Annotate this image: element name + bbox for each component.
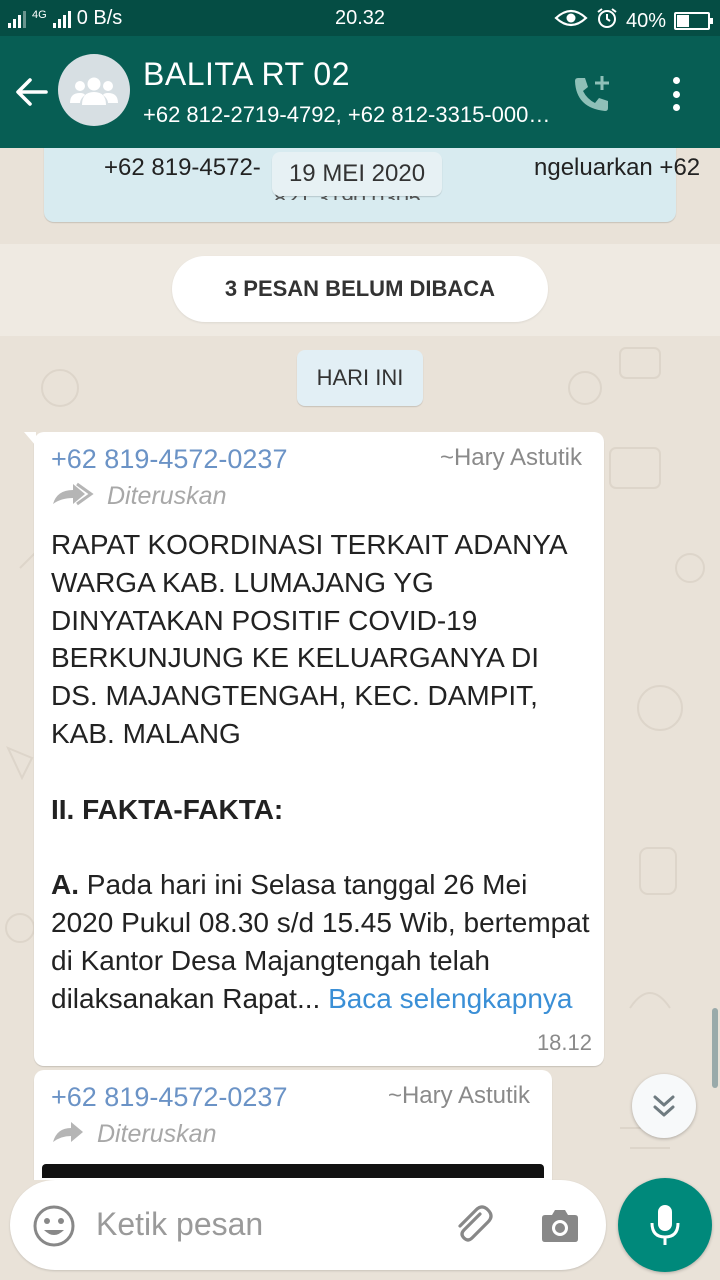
add-call-icon[interactable] [568,70,616,118]
eye-icon [554,8,588,34]
forward-icon [51,482,95,511]
unread-messages-banner: 3 PESAN BELUM DIBACA [172,256,548,322]
message-bubble[interactable]: +62 819-4572-0237 ~Hary Astutik Diterusk… [24,432,604,1066]
forwarded-indicator: Diteruskan [51,482,227,511]
message-bubble[interactable]: +62 819-4572-0237 ~Hary Astutik Diterusk… [34,1070,552,1180]
message-body: RAPAT KOORDINASI TERKAIT ADANYA WARGA KA… [51,526,591,1017]
forwarded-label: Diteruskan [97,1120,217,1148]
message-title: RAPAT KOORDINASI TERKAIT ADANYA WARGA KA… [51,529,567,749]
mic-button[interactable] [618,1178,712,1272]
sender-name: ~Hary Astutik [439,444,582,471]
chevron-double-down-icon [653,1095,675,1117]
item-label: A. [51,869,79,901]
battery-icon [674,12,713,30]
group-avatar-icon[interactable] [58,54,130,126]
scroll-to-bottom-button[interactable] [632,1074,696,1138]
emoji-icon[interactable] [32,1204,76,1248]
sender-number[interactable]: +62 819-4572-0237 [51,444,287,475]
alarm-icon [596,7,618,35]
date-chip: 19 MEI 2020 [272,152,442,196]
forwarded-label: Diteruskan [107,482,227,510]
chat-header: BALITA RT 02 +62 812-2719-4792, +62 812-… [0,36,720,148]
status-right: 40% [554,7,713,35]
attach-icon[interactable] [450,1202,496,1248]
read-more-link[interactable]: Baca selengkapnya [328,983,572,1014]
forward-icon [51,1120,85,1149]
message-time: 18.12 [536,1030,592,1055]
today-chip: HARI INI [297,350,423,406]
more-vert-icon[interactable] [662,74,690,114]
battery-percent: 40% [625,9,666,32]
media-preview[interactable] [42,1164,544,1178]
back-arrow-icon[interactable] [12,72,52,112]
camera-icon[interactable] [538,1204,582,1248]
chat-title[interactable]: BALITA RT 02 [143,56,350,93]
scrollbar[interactable] [712,1008,718,1088]
status-bar: 4G 0 B/s 20.32 40% [0,0,720,36]
bubble-tail [24,432,36,446]
message-composer[interactable]: Ketik pesan [10,1180,606,1270]
previous-message-text-end: ngeluarkan +62 [534,154,701,181]
chat-area[interactable]: +62 819-4572- ngeluarkan +62 821 3190 03… [0,148,720,1180]
previous-message-text: +62 819-4572- [104,154,261,181]
message-item: A. Pada hari ini Selasa tanggal 26 Mei 2… [51,866,591,1017]
sender-name: ~Hary Astutik [387,1082,530,1109]
participants-list[interactable]: +62 812-2719-4792, +62 812-3315-0000, +6… [143,102,553,128]
mic-icon [650,1205,680,1245]
message-input[interactable]: Ketik pesan [96,1206,263,1243]
forwarded-indicator: Diteruskan [51,1120,217,1149]
sender-number[interactable]: +62 819-4572-0237 [51,1082,287,1113]
message-section-heading: II. FAKTA-FAKTA: [51,793,284,825]
